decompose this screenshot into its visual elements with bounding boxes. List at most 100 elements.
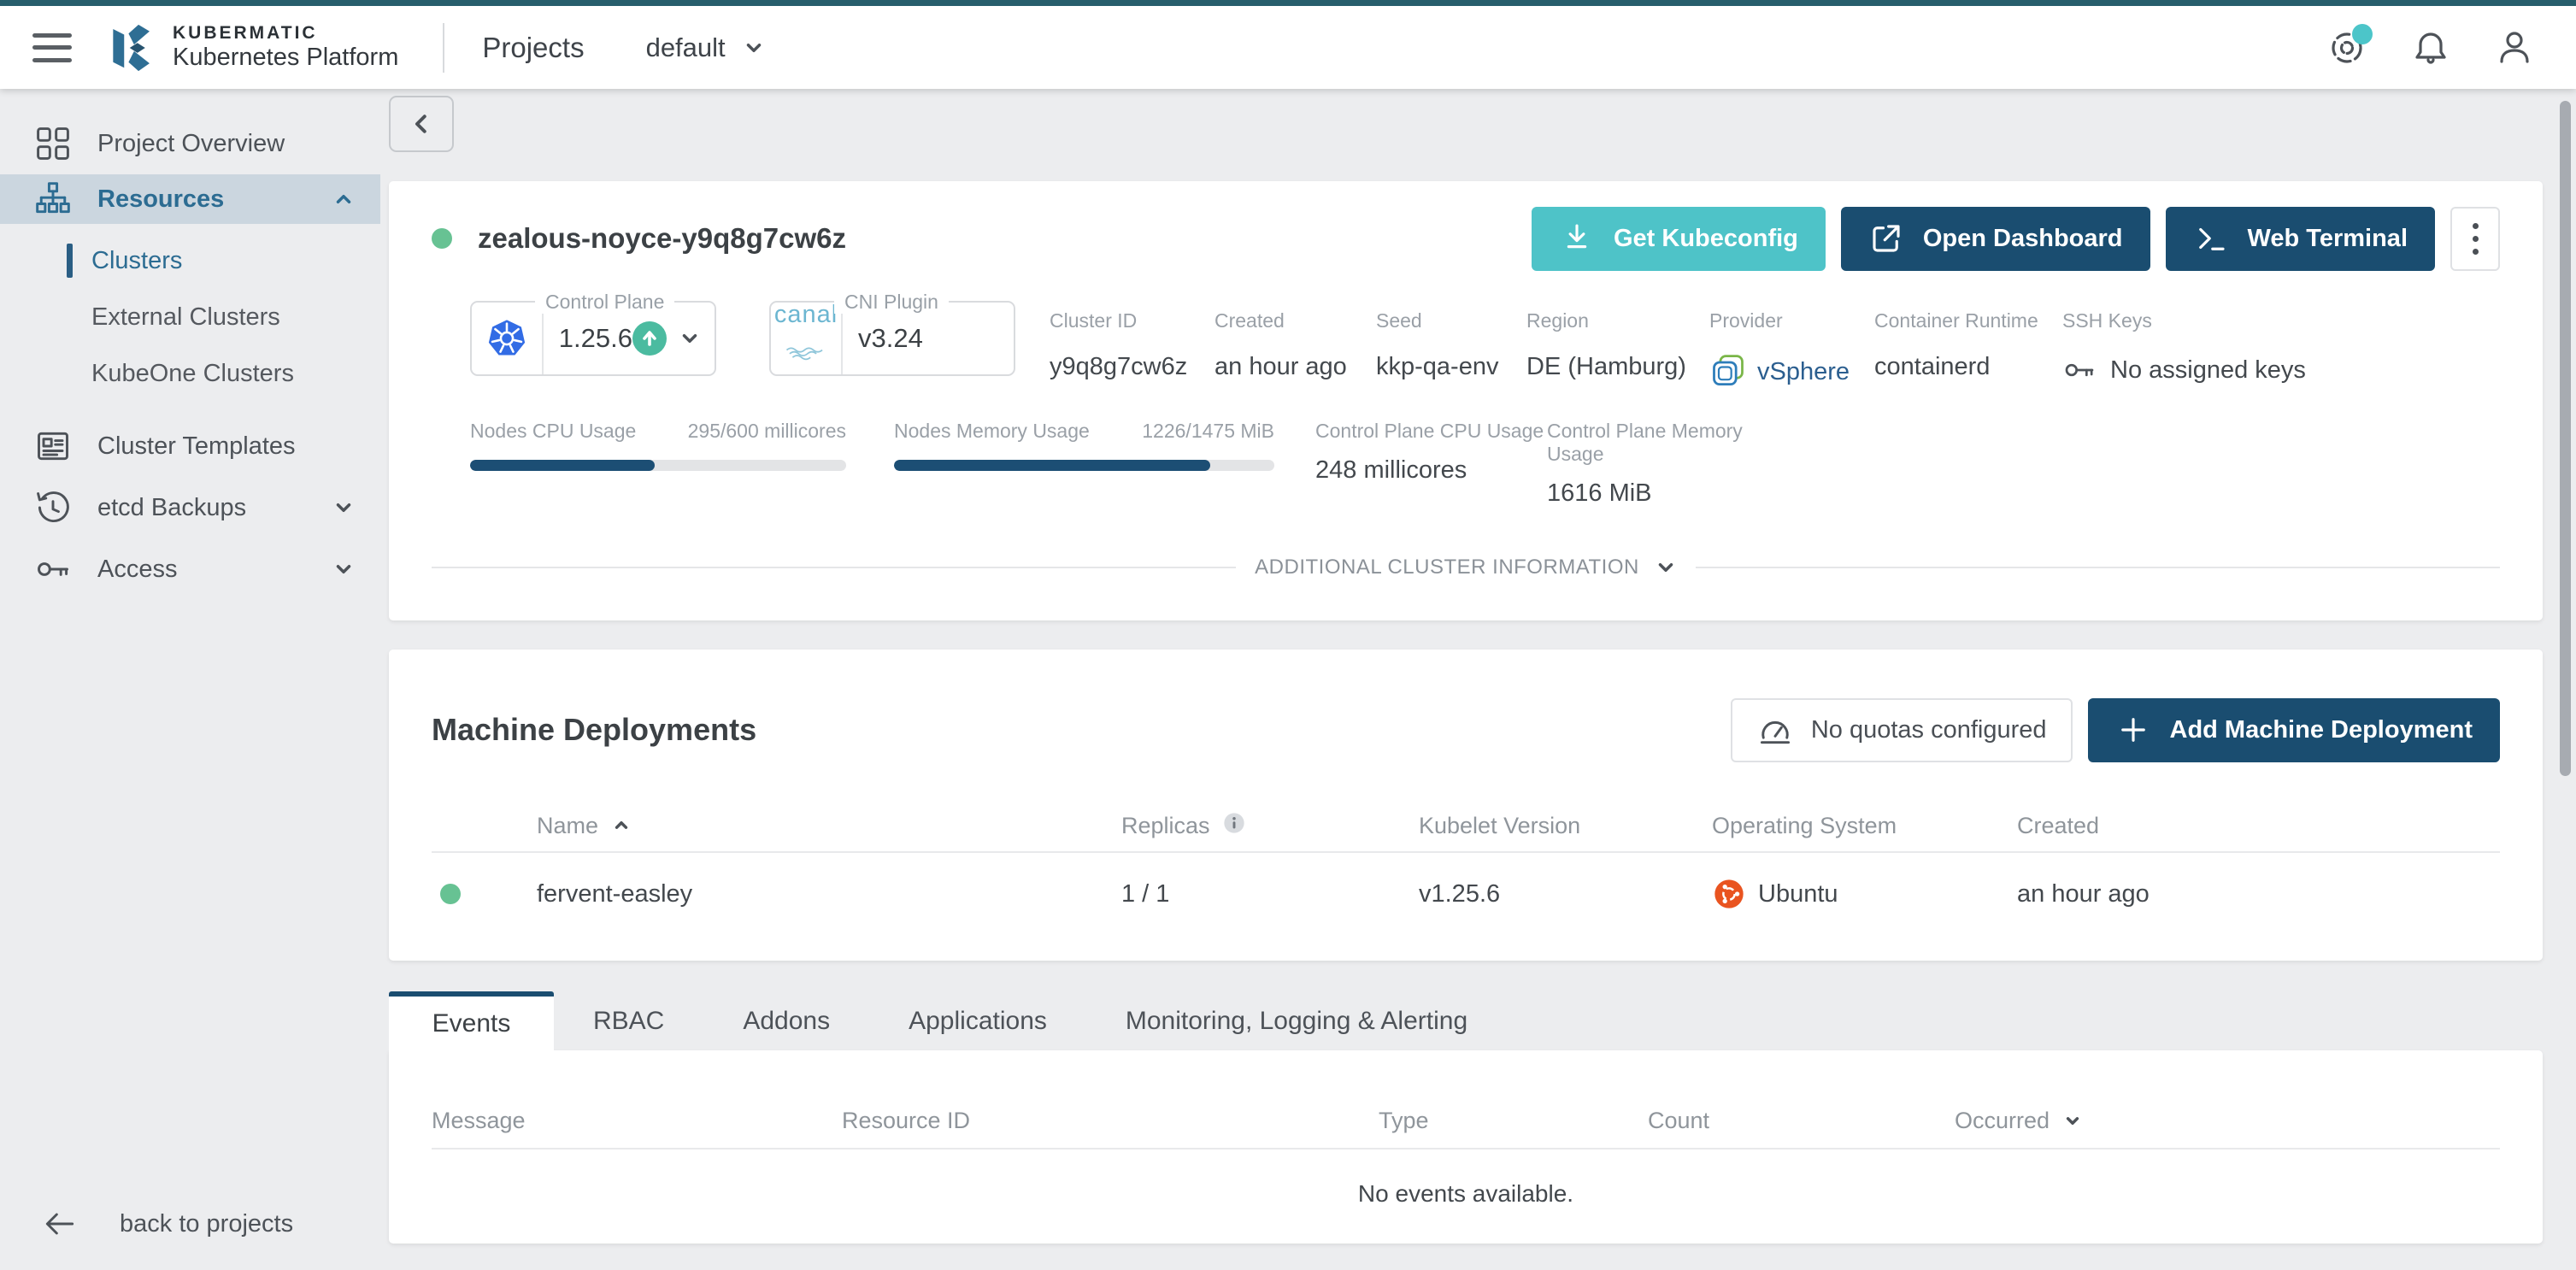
cluster-tabs: Events RBAC Addons Applications Monitori… <box>389 991 2543 1050</box>
chevron-down-icon <box>746 43 761 52</box>
deployment-replicas: 1 / 1 <box>1121 879 1170 908</box>
topbar-divider <box>443 22 445 73</box>
cluster-header: zealous-noyce-y9q8g7cw6z Get Kubeconfig <box>432 206 2500 271</box>
machine-deployments-table: Name Replicas Kubelet Version Operating … <box>432 800 2500 935</box>
back-to-projects-link[interactable]: back to projects <box>41 1205 293 1243</box>
column-header-type[interactable]: Type <box>1379 1108 1648 1134</box>
tab-monitoring-logging-alerting[interactable]: Monitoring, Logging & Alerting <box>1086 991 1507 1050</box>
canal-logo-icon: canal <box>771 302 843 374</box>
back-link-label: back to projects <box>120 1209 294 1238</box>
info-region: Region DE (Hamburg) <box>1526 309 1686 380</box>
user-account-icon[interactable] <box>2494 27 2535 68</box>
gauge-icon <box>1760 720 1790 744</box>
sidebar-item-label: External Clusters <box>91 303 280 331</box>
control-plane-memory-usage: Control Plane Memory Usage 1616 MiB <box>1547 420 1779 508</box>
project-selector[interactable]: default <box>646 32 765 63</box>
more-actions-kebab-icon[interactable] <box>2450 206 2500 271</box>
machine-deployments-title: Machine Deployments <box>432 712 757 747</box>
terminal-icon <box>2198 227 2225 250</box>
kubermatic-logo-icon <box>113 24 150 71</box>
button-label: Open Dashboard <box>1922 224 2123 252</box>
provider-name[interactable]: vSphere <box>1757 358 1850 386</box>
column-header-created[interactable]: Created <box>2017 813 2500 839</box>
sitemap-icon <box>34 180 72 218</box>
sidebar-item-cluster-templates[interactable]: Cluster Templates <box>0 415 380 477</box>
control-plane-label: Control Plane <box>535 291 675 314</box>
sidebar-item-access[interactable]: Access <box>0 538 380 600</box>
notifications-bell-icon[interactable] <box>2410 27 2451 68</box>
vertical-scrollbar[interactable] <box>2560 101 2571 776</box>
sort-asc-icon <box>615 821 628 829</box>
info-ssh-keys: SSH Keys No assigned keys <box>2062 301 2306 387</box>
brand-subtitle: Kubernetes Platform <box>173 43 399 71</box>
external-link-icon <box>1873 225 1900 252</box>
column-header-operating-system[interactable]: Operating System <box>1712 813 2017 839</box>
cluster-actions: Get Kubeconfig Open Dashboard Web Termin… <box>1531 206 2500 271</box>
ubuntu-icon <box>1714 879 1744 908</box>
open-dashboard-button[interactable]: Open Dashboard <box>1840 206 2150 271</box>
back-button[interactable] <box>389 96 454 152</box>
nodes-memory-usage: Nodes Memory Usage 1226/1475 MiB <box>894 420 1274 508</box>
resources-sub-list: Clusters External Clusters KubeOne Clust… <box>0 232 380 402</box>
add-machine-deployment-button[interactable]: Add Machine Deployment <box>2087 697 2500 762</box>
chevron-up-icon <box>336 195 351 203</box>
no-quotas-button[interactable]: No quotas configured <box>1730 697 2073 762</box>
vsphere-icon <box>1713 355 1744 386</box>
button-label: No quotas configured <box>1810 715 2047 744</box>
chevron-down-icon[interactable] <box>679 327 701 350</box>
additional-cluster-information-toggle[interactable]: ADDITIONAL CLUSTER INFORMATION <box>432 556 2501 579</box>
hamburger-menu-icon[interactable] <box>32 32 72 62</box>
deployment-name: fervent-easley <box>537 879 693 908</box>
cni-plugin-box: CNI Plugin canal v3.24 <box>769 291 1015 376</box>
topbar-left: KUBERMATIC Kubernetes Platform Projects … <box>32 21 765 75</box>
download-icon <box>1567 224 1587 249</box>
deployment-os: Ubuntu <box>1758 879 1838 908</box>
tab-events[interactable]: Events <box>389 991 554 1050</box>
web-terminal-button[interactable]: Web Terminal <box>2165 206 2435 271</box>
history-icon <box>34 489 72 526</box>
tab-rbac[interactable]: RBAC <box>554 991 703 1050</box>
column-header-resource-id[interactable]: Resource ID <box>842 1108 1379 1134</box>
get-kubeconfig-button[interactable]: Get Kubeconfig <box>1531 206 1826 271</box>
sidebar-item-label: KubeOne Clusters <box>91 359 294 387</box>
column-header-occurred[interactable]: Occurred <box>1955 1108 2500 1134</box>
control-plane-cpu-value: 248 millicores <box>1315 456 1467 484</box>
column-header-message[interactable]: Message <box>432 1108 842 1134</box>
events-header-row: Message Resource ID Type Count Occurred <box>432 1093 2500 1148</box>
info-created: Created an hour ago <box>1214 309 1347 380</box>
sidebar-item-etcd-backups[interactable]: etcd Backups <box>0 477 380 538</box>
usage-row: Nodes CPU Usage 295/600 millicores Nodes… <box>470 420 2500 508</box>
sidebar-item-resources[interactable]: Resources <box>0 174 380 224</box>
cni-version: v3.24 <box>858 323 923 353</box>
chevron-down-icon <box>1658 563 1673 572</box>
control-plane-selector[interactable]: Control Plane 1.25.6 <box>470 291 716 376</box>
project-selector-value: default <box>645 32 726 62</box>
control-plane-memory-value: 1616 MiB <box>1547 479 1652 507</box>
deployment-created: an hour ago <box>2017 879 2150 908</box>
upgrade-available-icon[interactable] <box>632 321 667 356</box>
cni-plugin-label: CNI Plugin <box>834 291 949 314</box>
key-icon <box>2065 363 2094 377</box>
sidebar-item-project-overview[interactable]: Project Overview <box>0 113 380 174</box>
sidebar-item-kubeone-clusters[interactable]: KubeOne Clusters <box>0 345 380 402</box>
info-cluster-id: Cluster ID y9q8g7cw6z <box>1050 309 1188 380</box>
info-icon[interactable] <box>1222 811 1246 841</box>
nodes-cpu-progress-bar <box>470 460 846 471</box>
sidebar-item-external-clusters[interactable]: External Clusters <box>0 289 380 345</box>
column-header-name[interactable]: Name <box>537 813 1121 839</box>
brand-text: KUBERMATIC Kubernetes Platform <box>173 23 398 72</box>
sidebar-item-clusters[interactable]: Clusters <box>0 232 380 289</box>
changelog-icon[interactable] <box>2326 23 2373 68</box>
chevron-down-icon <box>336 503 351 512</box>
column-header-count[interactable]: Count <box>1648 1108 1955 1134</box>
plus-icon <box>2120 718 2145 742</box>
no-events-message: No events available. <box>1357 1180 1574 1207</box>
additional-info-label: ADDITIONAL CLUSTER INFORMATION <box>1255 556 1639 579</box>
tab-applications[interactable]: Applications <box>869 991 1086 1050</box>
column-header-kubelet-version[interactable]: Kubelet Version <box>1419 813 1712 839</box>
table-row[interactable]: fervent-easley 1 / 1 v1.25.6 Ubuntu an h… <box>432 853 2500 935</box>
table-header-row: Name Replicas Kubelet Version Operating … <box>432 800 2500 851</box>
tab-addons[interactable]: Addons <box>703 991 869 1050</box>
sort-desc-icon <box>2066 1117 2079 1125</box>
brand-logo: KUBERMATIC Kubernetes Platform <box>104 21 398 75</box>
